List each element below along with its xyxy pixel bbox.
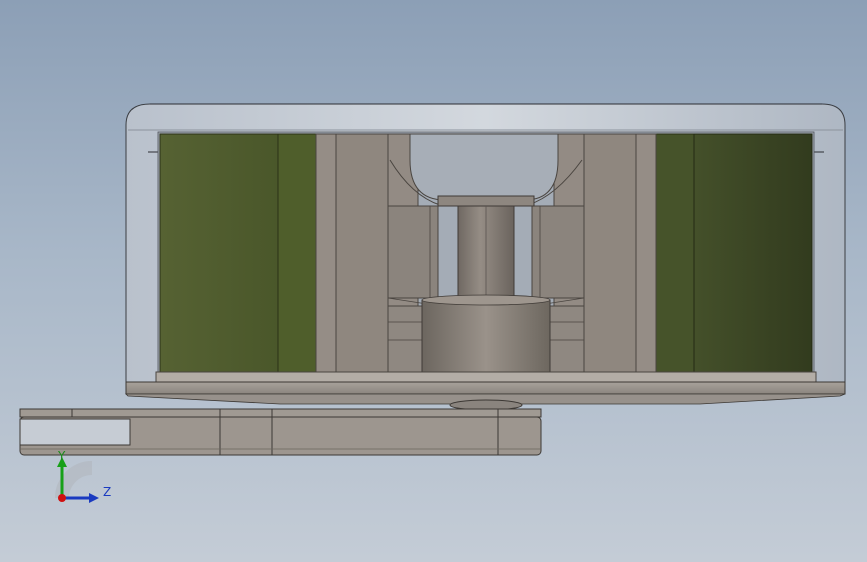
left-coil xyxy=(159,133,317,375)
z-axis-label: Z xyxy=(103,485,112,499)
cad-model-viewport[interactable] xyxy=(0,0,867,562)
axis-triad: Y Z xyxy=(52,449,122,510)
base-plate xyxy=(125,371,846,405)
rotor-band-left xyxy=(387,205,441,307)
rotor-band-right xyxy=(531,205,585,307)
motor-hub xyxy=(421,294,551,375)
x-axis-origin xyxy=(58,494,66,502)
mounting-bracket xyxy=(19,399,542,456)
y-axis-label: Y xyxy=(58,449,66,463)
z-axis-arrowhead xyxy=(89,493,99,503)
center-cup-cutout xyxy=(409,133,559,201)
right-coil xyxy=(655,133,813,375)
